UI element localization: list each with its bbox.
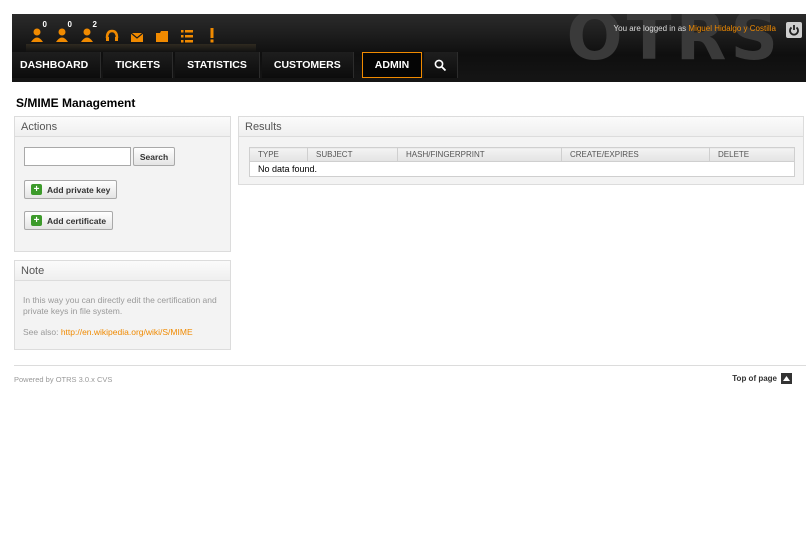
locked-tickets-icon[interactable]: 0 bbox=[26, 20, 48, 43]
responsible-tickets-icon[interactable]: 2 bbox=[76, 20, 98, 43]
table-header-row: TYPE SUBJECT HASH/FINGERPRINT CREATE/EXP… bbox=[249, 147, 795, 162]
toolbar-reflection bbox=[26, 44, 256, 52]
app-header: OTRS 0 0 2 You are logged in as Miguel H… bbox=[12, 14, 806, 82]
nav-admin[interactable]: ADMIN bbox=[361, 52, 423, 78]
nav-search-icon[interactable] bbox=[424, 52, 459, 78]
add-certificate-button[interactable]: + Add certificate bbox=[24, 211, 114, 230]
see-also-label: See also: bbox=[23, 327, 61, 337]
note-see-also: See also: http://en.wikipedia.org/wiki/S… bbox=[23, 327, 193, 337]
column-type[interactable]: TYPE bbox=[249, 147, 308, 162]
nav-dashboard[interactable]: DASHBOARD bbox=[12, 52, 102, 78]
note-text: In this way you can directly edit the ce… bbox=[23, 295, 217, 316]
page-title: S/MIME Management bbox=[16, 96, 136, 110]
note-panel: Note In this way you can directly edit t… bbox=[14, 260, 231, 350]
add-private-key-button[interactable]: + Add private key bbox=[24, 180, 118, 199]
logout-icon[interactable] bbox=[786, 22, 802, 38]
logged-in-user: You are logged in as Miguel Hidalgo y Co… bbox=[614, 24, 776, 33]
nav-statistics[interactable]: STATISTICS bbox=[175, 52, 260, 78]
results-panel: Results TYPE SUBJECT HASH/FINGERPRINT CR… bbox=[238, 116, 804, 185]
search-input[interactable] bbox=[24, 147, 131, 166]
column-hash-fingerprint[interactable]: HASH/FINGERPRINT bbox=[397, 147, 562, 162]
locked-tickets-count: 0 bbox=[42, 20, 47, 29]
search-row: Search bbox=[24, 147, 175, 166]
arrow-up-icon bbox=[781, 373, 792, 384]
user-prefix: You are logged in as bbox=[613, 24, 689, 33]
main-nav: DASHBOARD TICKETS STATISTICS CUSTOMERS A… bbox=[12, 52, 460, 78]
customer-folder-icon[interactable] bbox=[151, 21, 173, 43]
note-heading: Note bbox=[15, 261, 230, 281]
otrs-logo: OTRS bbox=[566, 14, 782, 75]
results-heading: Results bbox=[239, 117, 803, 137]
smime-wiki-link[interactable]: http://en.wikipedia.org/wiki/S/MIME bbox=[61, 327, 193, 337]
add-private-key-label: Add private key bbox=[47, 184, 111, 195]
watched-tickets-icon[interactable]: 0 bbox=[51, 20, 73, 43]
no-data-text: No data found. bbox=[249, 161, 795, 177]
watched-tickets-count: 0 bbox=[67, 20, 72, 29]
top-of-page-label: Top of page bbox=[732, 374, 777, 383]
user-name-link[interactable]: Miguel Hidalgo y Costilla bbox=[688, 24, 776, 33]
plus-icon: + bbox=[31, 184, 42, 195]
table-row: No data found. bbox=[249, 161, 795, 177]
nav-tickets[interactable]: TICKETS bbox=[103, 52, 174, 78]
phone-ticket-icon[interactable] bbox=[101, 21, 123, 43]
escalation-icon[interactable] bbox=[201, 21, 223, 43]
plus-icon: + bbox=[31, 215, 42, 226]
responsible-tickets-count: 2 bbox=[92, 20, 97, 29]
results-table: TYPE SUBJECT HASH/FINGERPRINT CREATE/EXP… bbox=[249, 147, 795, 177]
actions-heading: Actions bbox=[15, 117, 230, 137]
email-ticket-icon[interactable] bbox=[126, 21, 148, 43]
column-subject[interactable]: SUBJECT bbox=[307, 147, 398, 162]
column-create-expires[interactable]: CREATE/EXPIRES bbox=[561, 147, 710, 162]
column-delete: DELETE bbox=[709, 147, 795, 162]
footer-divider bbox=[14, 365, 806, 366]
search-button[interactable]: Search bbox=[133, 147, 175, 166]
toolbar: 0 0 2 bbox=[26, 20, 226, 44]
add-certificate-label: Add certificate bbox=[47, 215, 107, 226]
queue-list-icon[interactable] bbox=[176, 21, 198, 43]
powered-by: Powered by OTRS 3.0.x CVS bbox=[14, 375, 113, 384]
nav-customers[interactable]: CUSTOMERS bbox=[261, 52, 354, 78]
top-of-page-link[interactable]: Top of page bbox=[732, 373, 792, 384]
actions-panel: Actions Search + Add private key + Add c… bbox=[14, 116, 231, 252]
